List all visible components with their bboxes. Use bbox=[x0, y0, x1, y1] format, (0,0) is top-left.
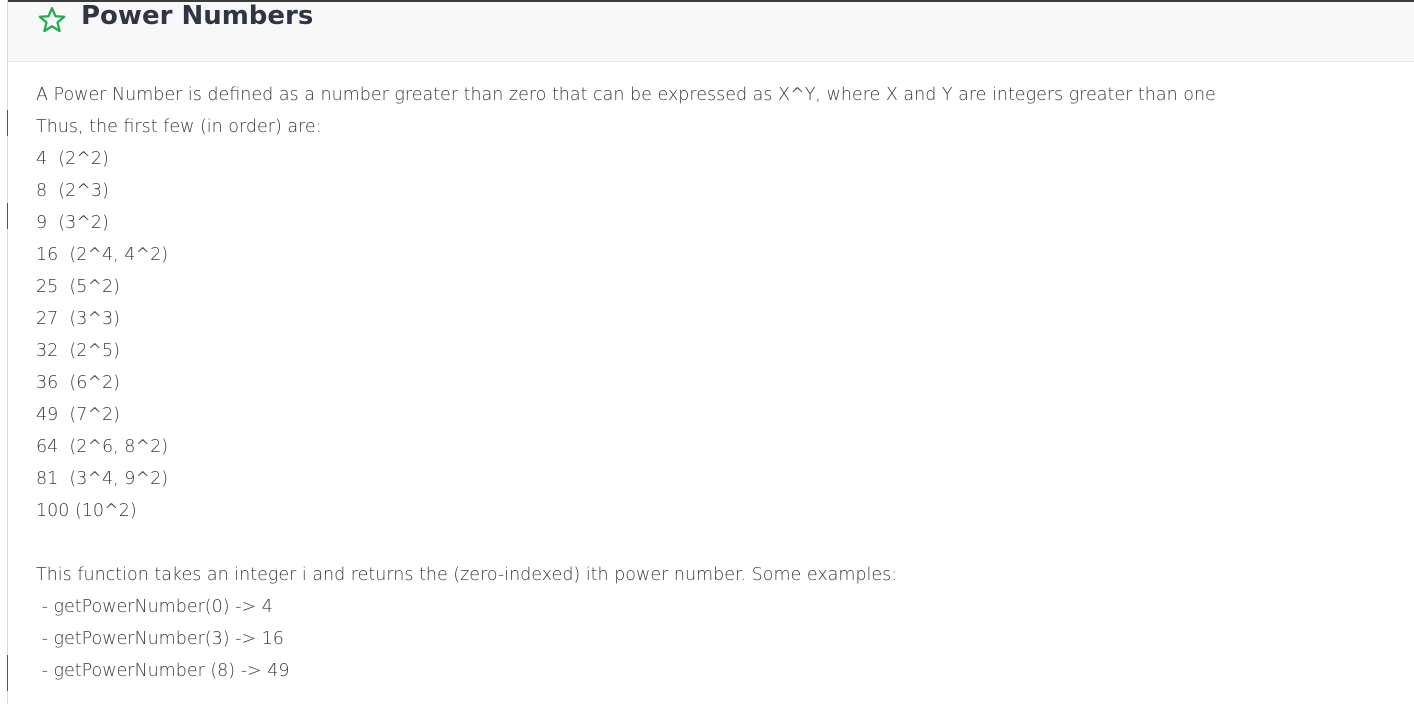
left-border-mark bbox=[7, 110, 8, 136]
power-number-item: 8 (2^3) bbox=[36, 181, 109, 201]
power-number-item: 16 (2^4, 4^2) bbox=[36, 245, 169, 265]
power-number-item: 4 (2^2) bbox=[36, 149, 109, 169]
problem-card: Power Numbers A Power Number is defined … bbox=[7, 0, 1414, 704]
example-item: - getPowerNumber(0) -> 4 bbox=[36, 597, 273, 617]
power-number-item: 25 (5^2) bbox=[36, 277, 120, 297]
left-border-mark bbox=[7, 203, 8, 229]
power-number-item: 64 (2^6, 8^2) bbox=[36, 437, 169, 457]
intro-line: Thus, the first few (in order) are: bbox=[36, 117, 322, 137]
power-number-item: 9 (3^2) bbox=[36, 213, 109, 233]
power-number-item: 32 (2^5) bbox=[36, 341, 120, 361]
function-description: This function takes an integer i and ret… bbox=[36, 565, 898, 585]
power-number-item: 81 (3^4, 9^2) bbox=[36, 469, 169, 489]
power-number-item: 100 (10^2) bbox=[36, 501, 137, 521]
card-header: Power Numbers bbox=[8, 0, 1414, 62]
page-title: Power Numbers bbox=[81, 1, 314, 31]
left-border-mark bbox=[7, 655, 8, 691]
power-number-item: 27 (3^3) bbox=[36, 309, 120, 329]
power-number-item: 49 (7^2) bbox=[36, 405, 120, 425]
example-item: - getPowerNumber(3) -> 16 bbox=[36, 629, 284, 649]
intro-line: A Power Number is defined as a number gr… bbox=[36, 85, 1216, 105]
problem-description: A Power Number is defined as a number gr… bbox=[36, 79, 1406, 687]
star-outline-icon[interactable] bbox=[37, 5, 67, 35]
example-item: - getPowerNumber (8) -> 49 bbox=[36, 661, 290, 681]
power-number-item: 36 (6^2) bbox=[36, 373, 120, 393]
